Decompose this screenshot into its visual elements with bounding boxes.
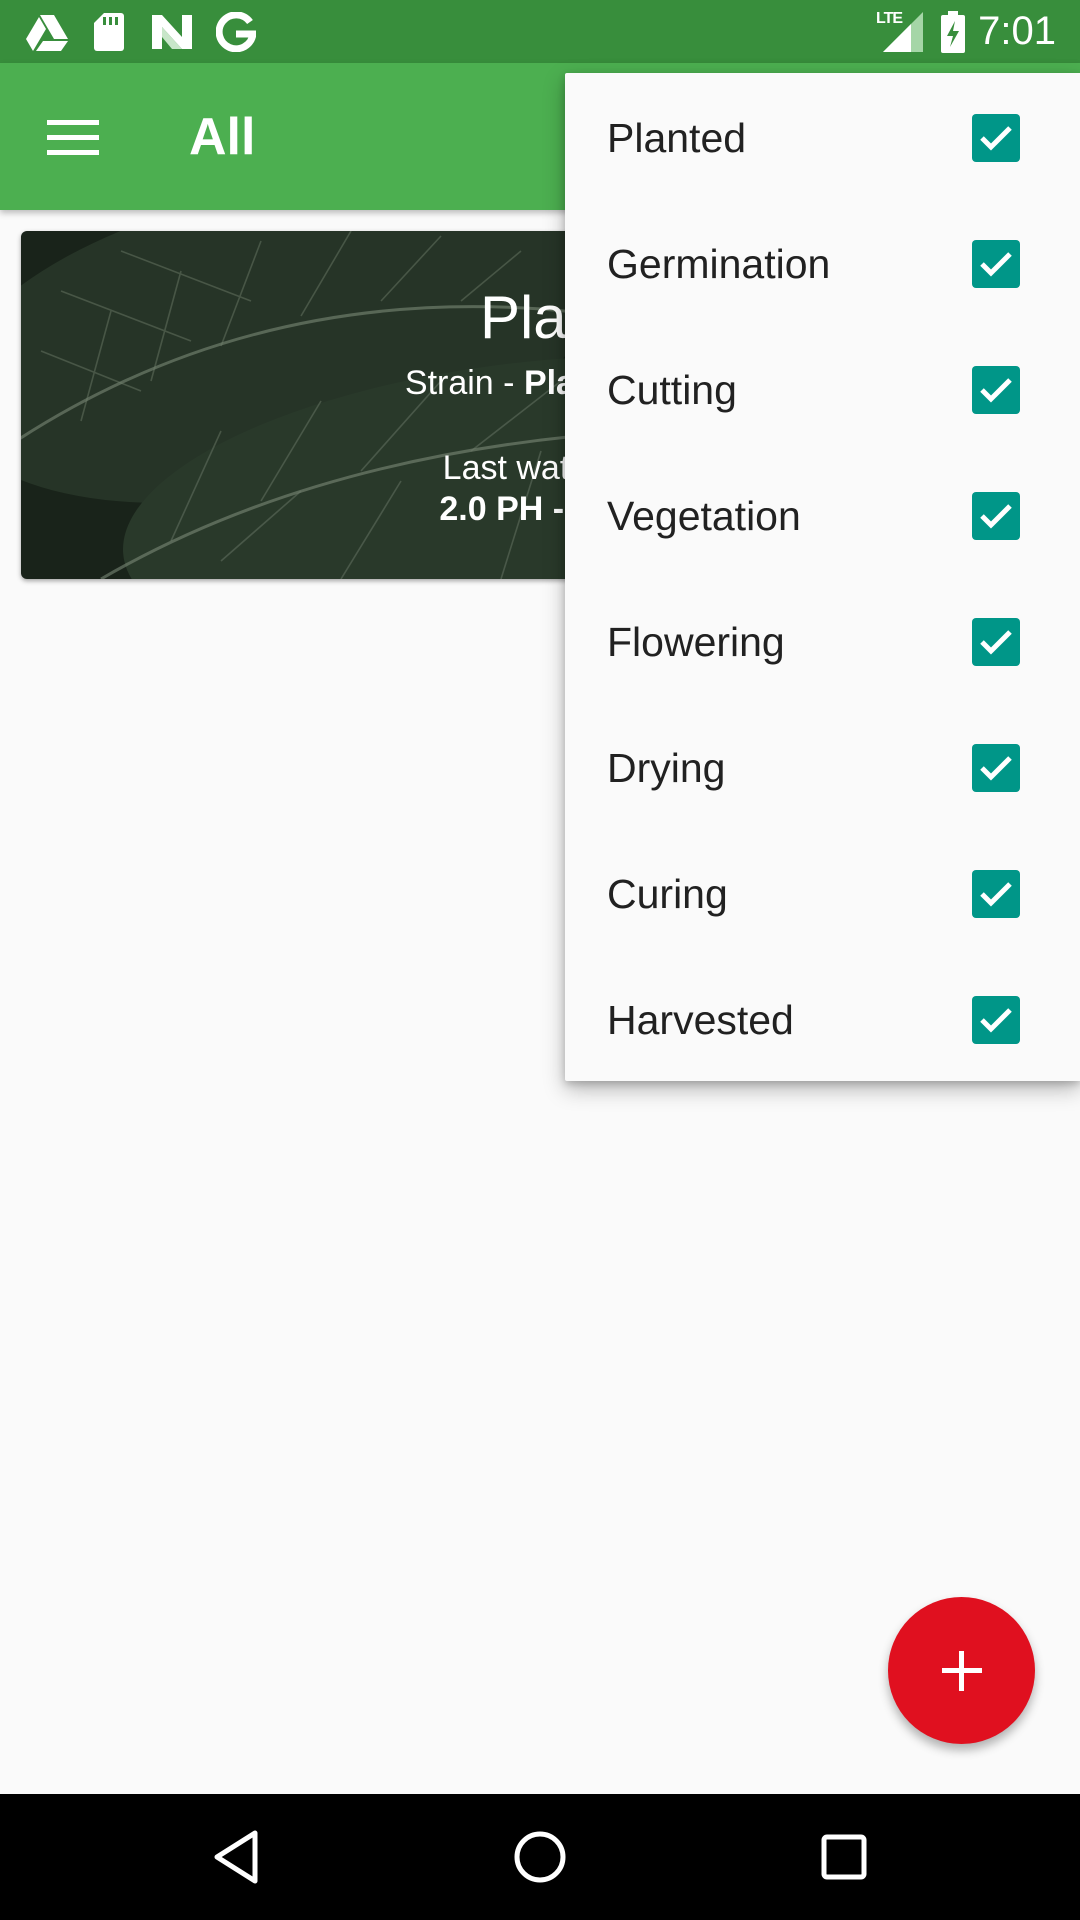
- menu-item-vegetation[interactable]: Vegetation: [565, 453, 1080, 579]
- drive-icon: [24, 0, 70, 63]
- menu-item-germination[interactable]: Germination: [565, 201, 1080, 327]
- menu-item-harvested[interactable]: Harvested: [565, 957, 1080, 1083]
- strain-label: Strain -: [404, 364, 524, 402]
- home-icon[interactable]: [470, 1794, 610, 1920]
- navigation-bar: [0, 1794, 1080, 1920]
- menu-item-curing[interactable]: Curing: [565, 831, 1080, 957]
- menu-item-label: Drying: [607, 745, 726, 791]
- menu-item-cutting[interactable]: Cutting: [565, 327, 1080, 453]
- checkbox-checked-icon[interactable]: [972, 996, 1020, 1044]
- add-plant-button[interactable]: [888, 1597, 1035, 1744]
- menu-item-label: Cutting: [607, 367, 737, 413]
- menu-item-label: Planted: [607, 115, 747, 161]
- menu-item-label: Vegetation: [607, 493, 801, 539]
- hamburger-menu-icon[interactable]: [38, 108, 108, 168]
- checkbox-checked-icon[interactable]: [972, 492, 1020, 540]
- battery-charging-icon: [940, 0, 966, 63]
- menu-item-label: Harvested: [607, 997, 794, 1043]
- checkbox-checked-icon[interactable]: [972, 240, 1020, 288]
- google-icon: [214, 0, 258, 63]
- n-app-icon: [151, 0, 193, 63]
- menu-item-flowering[interactable]: Flowering: [565, 579, 1080, 705]
- checkbox-checked-icon[interactable]: [972, 744, 1020, 792]
- stage-filter-menu: Planted Germination Cutting Vegetation F…: [565, 73, 1080, 1081]
- checkbox-checked-icon[interactable]: [972, 366, 1020, 414]
- recents-icon[interactable]: [774, 1794, 914, 1920]
- plus-icon: [941, 1650, 982, 1691]
- back-icon[interactable]: [166, 1794, 306, 1920]
- menu-item-planted[interactable]: Planted: [565, 75, 1080, 201]
- checkbox-checked-icon[interactable]: [972, 114, 1020, 162]
- menu-item-drying[interactable]: Drying: [565, 705, 1080, 831]
- page-title: All: [189, 108, 256, 166]
- checkbox-checked-icon[interactable]: [972, 618, 1020, 666]
- clock: 7:01: [978, 9, 1056, 53]
- sd-card-icon: [92, 0, 126, 63]
- menu-item-label: Flowering: [607, 619, 785, 665]
- menu-item-label: Curing: [607, 871, 728, 917]
- lte-signal-icon: [882, 0, 924, 63]
- status-bar: LTE 7:01: [0, 0, 1080, 63]
- checkbox-checked-icon[interactable]: [972, 870, 1020, 918]
- menu-item-label: Germination: [607, 241, 831, 287]
